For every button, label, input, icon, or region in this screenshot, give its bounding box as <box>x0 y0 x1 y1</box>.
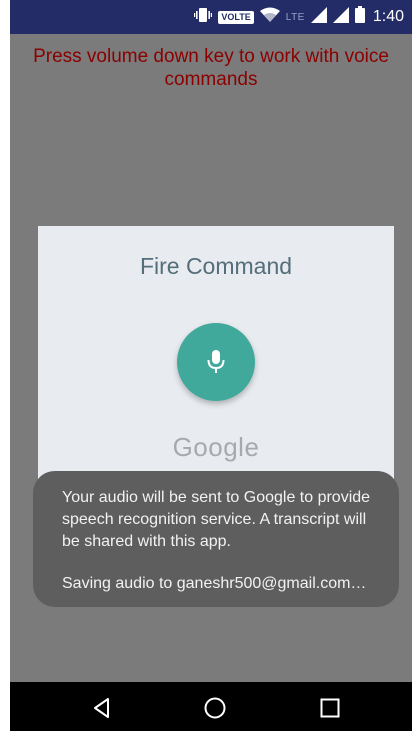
signal-icon <box>332 6 349 28</box>
navigation-bar <box>10 682 412 731</box>
status-icons: VOLTE LTE 1:40 <box>194 0 404 34</box>
microphone-icon <box>207 350 225 373</box>
privacy-toast: Your audio will be sent to Google to pro… <box>33 471 399 607</box>
app-frame: VOLTE LTE 1:40 Press volume down key to … <box>10 0 412 731</box>
google-logo: Google <box>172 432 260 462</box>
signal-icon <box>310 6 327 28</box>
vibrate-icon <box>194 7 213 28</box>
battery-icon <box>354 6 365 28</box>
recents-icon[interactable] <box>318 696 342 720</box>
network-type: LTE <box>285 11 305 23</box>
back-icon[interactable] <box>90 696 114 720</box>
toast-message: Your audio will be sent to Google to pro… <box>62 489 371 550</box>
clock: 1:40 <box>372 8 404 25</box>
volte-badge: VOLTE <box>218 10 254 24</box>
speech-recognition-dialog: Fire Command Google <box>38 226 394 486</box>
voice-command-hint: Press volume down key to work with voice… <box>33 46 389 90</box>
wifi-icon <box>259 7 280 28</box>
toast-saving-text: Saving audio to ganeshr500@gmail.com… <box>62 575 367 592</box>
home-icon[interactable] <box>203 696 227 720</box>
dialog-title: Fire Command <box>139 253 293 279</box>
microphone-button[interactable] <box>177 323 255 401</box>
status-bar: VOLTE LTE 1:40 <box>10 0 412 34</box>
